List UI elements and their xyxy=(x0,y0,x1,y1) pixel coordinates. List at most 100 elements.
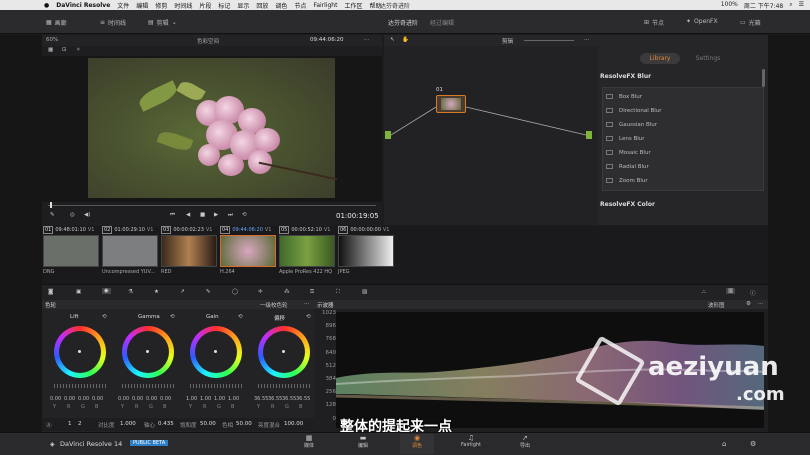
clip-thumbnail[interactable] xyxy=(43,235,99,267)
wheel-slider[interactable] xyxy=(258,384,310,388)
lum-mix-value[interactable]: 100.00 xyxy=(284,421,303,427)
wheel-center-dot[interactable] xyxy=(282,350,285,353)
auto-balance-icon[interactable]: Ⓐ xyxy=(46,421,52,429)
page-1-button[interactable]: 1 xyxy=(68,421,72,427)
menu-edit[interactable]: 编辑 xyxy=(136,1,148,10)
blur-icon[interactable]: ⁂ xyxy=(284,289,290,295)
page-2-button[interactable]: 2 xyxy=(78,421,82,427)
info-icon[interactable]: ⓘ xyxy=(750,289,756,297)
sizing-icon[interactable]: ⛶ xyxy=(336,289,340,296)
menu-color[interactable]: 调色 xyxy=(275,1,287,10)
waveform-icon[interactable]: ▥ xyxy=(726,288,736,294)
3d-icon[interactable]: ▨ xyxy=(362,289,367,295)
dropper-icon[interactable]: ✎ xyxy=(50,212,55,218)
reset-icon[interactable]: ⟲ xyxy=(238,314,243,320)
gallery-button[interactable]: ▦ 画廊 xyxy=(46,18,67,27)
color-wheels-icon[interactable]: ◉ xyxy=(102,288,111,294)
contrast-value[interactable]: 1.000 xyxy=(120,421,136,427)
fx-item[interactable]: Gaussian Blur xyxy=(606,119,756,130)
wheel-slider[interactable] xyxy=(122,384,174,388)
lightbox-button[interactable]: ▭ 光箱 xyxy=(740,18,761,27)
fx-item[interactable]: Box Blur xyxy=(606,91,756,102)
clip-thumbnail[interactable] xyxy=(338,235,394,267)
rgb-mixer-icon[interactable]: ⚗ xyxy=(128,289,133,295)
menu-mark[interactable]: 标记 xyxy=(218,1,230,10)
stop-icon[interactable]: ■ xyxy=(200,212,205,218)
more-icon[interactable]: ⋯ xyxy=(758,301,764,307)
pivot-value[interactable]: 0.435 xyxy=(158,421,174,427)
clip-thumbnail[interactable] xyxy=(220,235,276,267)
camera-icon[interactable]: ◎ xyxy=(70,212,75,218)
clip-thumbnail[interactable] xyxy=(161,235,217,267)
key-icon[interactable]: ⚿ xyxy=(310,289,314,296)
menu-playback[interactable]: 回放 xyxy=(256,1,268,10)
qualifier-icon[interactable]: ✎ xyxy=(206,289,211,295)
zoom-select[interactable]: 60% xyxy=(46,37,58,43)
window-icon[interactable]: ◯ xyxy=(232,289,238,295)
search-icon[interactable]: ⌕ xyxy=(789,1,792,10)
menu-file[interactable]: 文件 xyxy=(117,1,129,10)
scope-mode-select[interactable]: 波形图 xyxy=(708,301,725,309)
fx-item[interactable]: Directional Blur xyxy=(606,105,756,116)
reset-icon[interactable]: ⟲ xyxy=(170,314,175,320)
colorspace-select[interactable]: 色彩空间 xyxy=(197,37,219,45)
menu-timeline[interactable]: 时间线 xyxy=(174,1,192,10)
app-menu[interactable]: DaVinci Resolve xyxy=(56,2,110,9)
scope-icon[interactable]: ⛬ xyxy=(702,289,706,296)
motion-effects-icon[interactable]: ★ xyxy=(154,289,159,295)
first-frame-icon[interactable]: ⏮ xyxy=(170,212,175,219)
playhead[interactable] xyxy=(50,202,52,208)
hue-value[interactable]: 50.00 xyxy=(236,421,252,427)
loop-icon[interactable]: ⟲ xyxy=(242,212,247,218)
camera-raw-icon[interactable]: ◙ xyxy=(48,289,53,295)
media-page-button[interactable]: ▦ 媒体 xyxy=(292,434,326,454)
fx-item[interactable]: Lens Blur xyxy=(606,133,756,144)
settings-icon[interactable]: ⚙ xyxy=(750,440,756,448)
menu-trim[interactable]: 修剪 xyxy=(155,1,167,10)
menu-list-icon[interactable]: ☰ xyxy=(799,1,804,10)
step-back-icon[interactable]: ◀ xyxy=(186,212,190,218)
scrub-bar[interactable] xyxy=(48,205,376,206)
fx-item[interactable]: Mosaic Blur xyxy=(606,147,756,158)
tracker-icon[interactable]: ✛ xyxy=(258,289,263,295)
color-match-icon[interactable]: ▣ xyxy=(76,289,81,295)
fx-item[interactable]: Radial Blur xyxy=(606,161,756,172)
curves-icon[interactable]: ↗ xyxy=(180,289,185,295)
nodes-button[interactable]: ⊞ 节点 xyxy=(644,18,664,27)
saturation-value[interactable]: 50.00 xyxy=(200,421,216,427)
edit-page-button[interactable]: ▬ 编辑 xyxy=(346,434,380,454)
fairlight-page-button[interactable]: ♫ Fairlight xyxy=(454,434,488,454)
wheel-slider[interactable] xyxy=(190,384,242,388)
wand-icon[interactable]: ✧ xyxy=(76,47,81,53)
menu-nodes[interactable]: 节点 xyxy=(294,1,306,10)
tab-settings[interactable]: Settings xyxy=(688,53,728,64)
wheel-slider[interactable] xyxy=(54,384,106,388)
clip-thumbnail[interactable] xyxy=(102,235,158,267)
menu-fairlight[interactable]: Fairlight xyxy=(313,2,337,9)
wheel-center-dot[interactable] xyxy=(214,350,217,353)
last-frame-icon[interactable]: ⏭ xyxy=(228,212,233,219)
play-icon[interactable]: ▶ xyxy=(214,212,218,218)
openfx-button[interactable]: ✦ OpenFX xyxy=(686,18,718,25)
grid-icon[interactable]: ▦ xyxy=(48,47,53,53)
tab-library[interactable]: Library xyxy=(640,53,680,64)
reset-icon[interactable]: ⟲ xyxy=(306,314,311,320)
crop-icon[interactable]: ⊡ xyxy=(62,47,67,53)
more-icon[interactable]: ⋯ xyxy=(364,37,370,43)
reset-icon[interactable]: ⟲ xyxy=(102,314,107,320)
menu-view[interactable]: 显示 xyxy=(237,1,249,10)
fx-item[interactable]: Zoom Blur xyxy=(606,175,756,186)
wheels-mode-select[interactable]: 一级校色轮 xyxy=(260,301,288,309)
menu-workspace[interactable]: 工作区 xyxy=(344,1,362,10)
color-page-button[interactable]: ◉ 调色 xyxy=(400,434,434,454)
wheel-center-dot[interactable] xyxy=(146,350,149,353)
clip-thumbnail[interactable] xyxy=(279,235,335,267)
scope-settings-icon[interactable]: ⚙ xyxy=(746,301,751,307)
menu-clip[interactable]: 片段 xyxy=(199,1,211,10)
node-01[interactable] xyxy=(436,95,466,113)
library-scrollbar[interactable] xyxy=(762,69,765,87)
wheel-center-dot[interactable] xyxy=(78,350,81,353)
more-icon[interactable]: ⋯ xyxy=(304,301,310,307)
apple-icon[interactable]: ● xyxy=(44,2,49,9)
speaker-icon[interactable]: ◀) xyxy=(84,212,90,218)
